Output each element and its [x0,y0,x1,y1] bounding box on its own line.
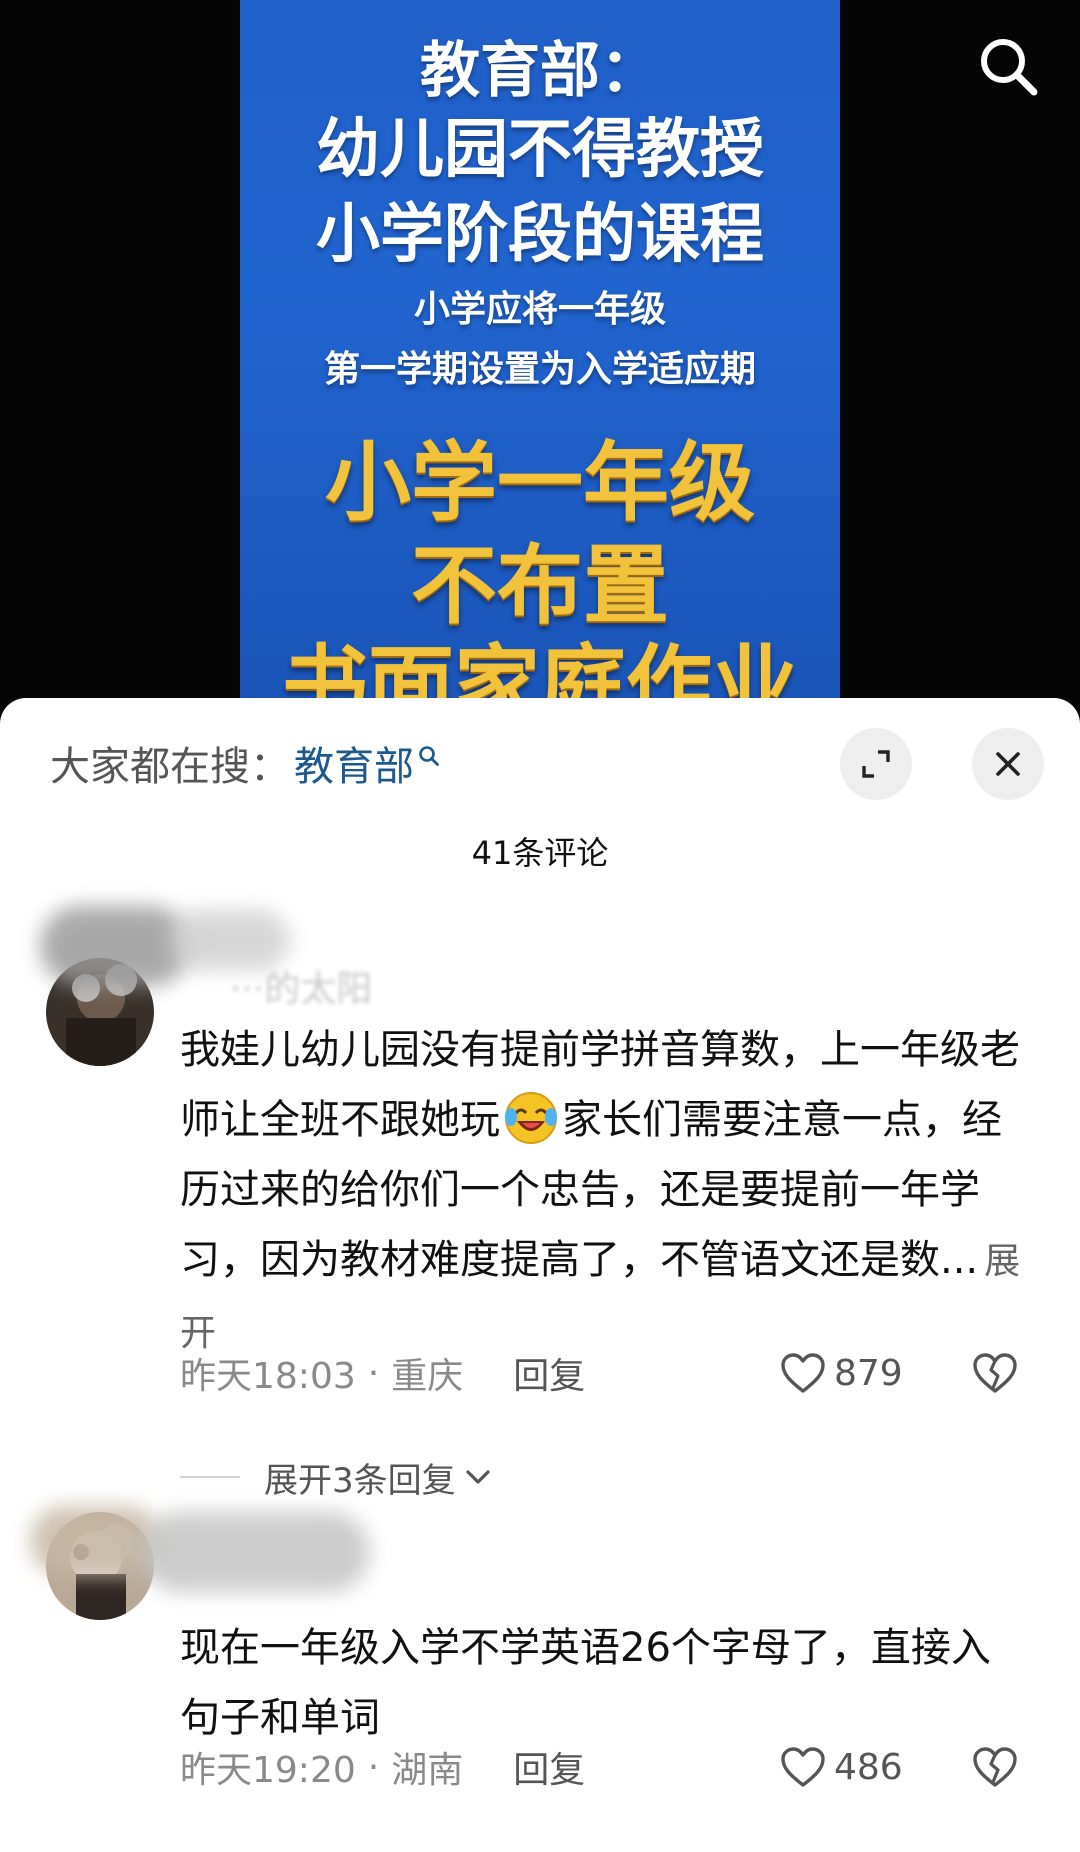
comment-location: 湖南 [391,1750,464,1791]
comment-time: 昨天19:20 [180,1750,356,1791]
video-poster: 教育部： 幼儿园不得教授 小学阶段的课程 小学应将一年级 第一学期设置为入学适应… [240,0,840,720]
expand-icon [862,750,890,778]
like-button[interactable]: 486 [780,1742,903,1792]
laughing-crying-emoji-icon [505,1092,557,1144]
like-count: 879 [834,1352,903,1394]
heart-icon [781,1747,825,1787]
poster-line: 幼儿园不得教授 [316,113,764,187]
like-button[interactable]: 879 [780,1348,903,1398]
chevron-down-icon [466,1470,490,1484]
like-count: 486 [834,1746,903,1788]
comment-count: 41条评论 [471,834,609,872]
comment-time: 昨天18:03 [180,1356,356,1397]
blurred-username-area [140,1512,370,1592]
search-icon [981,39,1038,96]
close-icon [996,752,1020,776]
poster-line: 小学应将一年级 [413,289,666,330]
poster-line: 小学阶段的课程 [316,198,764,272]
meta-separator: · [367,1352,380,1394]
hot-search-label: 大家都在搜： [50,744,290,790]
broken-heart-icon [973,1747,1017,1787]
expand-replies-button[interactable]: 展开3条回复 [180,1452,492,1502]
reply-button[interactable]: 回复 [513,1741,585,1793]
expand-replies-label: 展开3条回复 [264,1460,456,1501]
heart-icon [781,1353,825,1393]
comment-text: 现在一年级入学不学英语26个字母了，直接入句子和单词 [180,1625,991,1741]
expand-button[interactable] [840,728,912,800]
hot-search-term[interactable]: 教育部 [294,734,414,792]
search-button[interactable] [972,30,1044,102]
video-player[interactable]: 教育部： 幼儿园不得教授 小学阶段的课程 小学应将一年级 第一学期设置为入学适应… [0,0,1080,720]
hot-search-bar[interactable]: 大家都在搜： 教育部 [50,738,440,790]
comment-text: 我娃儿幼儿园没有提前学拼音算数，上一年级老师让全班不跟她玩 家长们需要注意一点，… [180,1015,1030,1369]
poster-line: 教育部： [420,36,660,106]
reply-button[interactable]: 回复 [513,1347,585,1399]
poster-line: 第一学期设置为入学适应期 [323,349,756,390]
comment-meta: 昨天18:03 · 重庆 回复 [180,1348,585,1398]
comment-meta: 昨天19:20 · 湖南 回复 [180,1742,585,1792]
meta-separator: · [367,1746,380,1788]
comment-location: 重庆 [391,1356,464,1397]
blurred-username-area [40,906,190,986]
dislike-button[interactable] [972,1348,1018,1398]
comment-sheet: 大家都在搜： 教育部 41条评论 ···的太阳 我娃儿幼儿园没有提前学拼音算数，… [0,698,1080,1852]
broken-heart-icon [973,1353,1017,1393]
dislike-button[interactable] [972,1742,1018,1792]
search-icon [419,746,439,766]
comment-username[interactable]: ···的太阳 [230,960,372,1012]
close-button[interactable] [972,728,1044,800]
divider [180,1476,240,1478]
